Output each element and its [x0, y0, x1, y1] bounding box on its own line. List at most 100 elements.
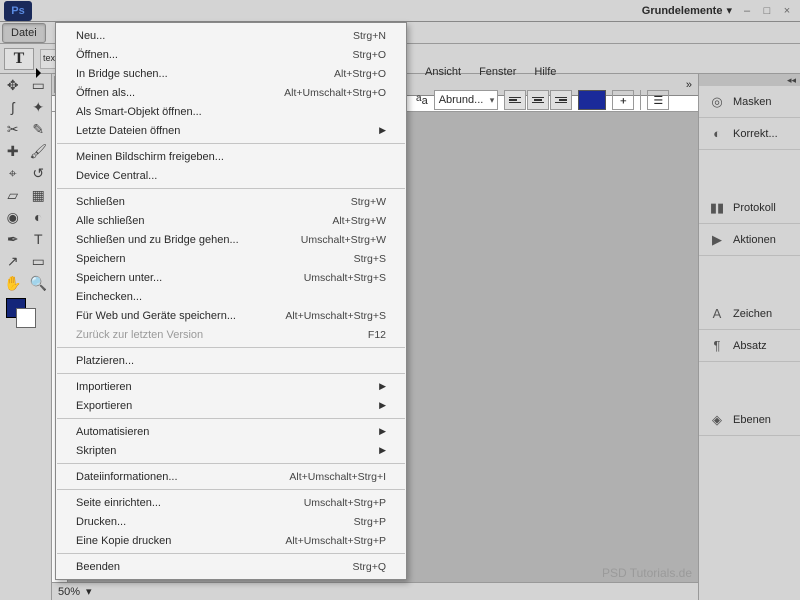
zoom-tool-icon[interactable]: 🔍 [27, 273, 51, 293]
stamp-tool-icon[interactable]: ⌖ [1, 163, 25, 183]
menu-item[interactable]: SchließenStrg+W [56, 192, 406, 211]
menu-item-label: Eine Kopie drucken [76, 535, 285, 547]
submenu-arrow-icon: ▶ [379, 426, 386, 437]
chevron-down-icon: ▾ [726, 4, 732, 17]
menu-shortcut: Strg+P [354, 516, 386, 528]
menu-item[interactable]: Seite einrichten...Umschalt+Strg+P [56, 493, 406, 512]
menu-item-label: Speichern [76, 253, 354, 265]
type-tool-icon[interactable]: T [27, 229, 51, 249]
menu-item[interactable]: In Bridge suchen...Alt+Strg+O [56, 64, 406, 83]
menu-item[interactable]: Schließen und zu Bridge gehen...Umschalt… [56, 230, 406, 249]
menu-item: Zurück zur letzten VersionF12 [56, 325, 406, 344]
shape-tool-icon[interactable]: ▭ [27, 251, 51, 271]
menu-item[interactable]: Importieren▶ [56, 377, 406, 396]
panel-label: Masken [733, 96, 772, 108]
menu-item[interactable]: Alle schließenAlt+Strg+W [56, 211, 406, 230]
panel-icon: ◈ [709, 412, 725, 428]
menu-item[interactable]: Automatisieren▶ [56, 422, 406, 441]
blur-tool-icon[interactable]: ◉ [1, 207, 25, 227]
gradient-tool-icon[interactable]: ▦ [27, 185, 51, 205]
panel-item[interactable]: ▮▮Protokoll [699, 192, 800, 224]
panel-collapse[interactable]: ◂◂ [699, 74, 800, 86]
panel-item[interactable]: ▶Aktionen [699, 224, 800, 256]
menu-item[interactable]: Exportieren▶ [56, 396, 406, 415]
menu-item-label: Speichern unter... [76, 272, 304, 284]
menu-item[interactable]: Öffnen als...Alt+Umschalt+Strg+O [56, 83, 406, 102]
panel-label: Absatz [733, 340, 767, 352]
history-brush-icon[interactable]: ↺ [27, 163, 51, 183]
warp-text-icon[interactable]: ᚐ [612, 90, 634, 110]
marquee-tool-icon[interactable]: ▭ [27, 75, 51, 95]
panel-item[interactable]: ◎ Masken [699, 86, 800, 118]
align-center-button[interactable] [527, 90, 549, 110]
tool-preset[interactable]: T [4, 48, 34, 70]
menu-item-label: Schließen und zu Bridge gehen... [76, 234, 301, 246]
menu-item[interactable]: Einchecken... [56, 287, 406, 306]
dodge-tool-icon[interactable]: ◐ [27, 207, 51, 227]
menu-item[interactable]: Eine Kopie druckenAlt+Umschalt+Strg+P [56, 531, 406, 550]
panel-icon: ▮▮ [709, 200, 725, 216]
pen-tool-icon[interactable]: ✒ [1, 229, 25, 249]
menu-shortcut: Strg+S [354, 253, 386, 265]
menu-help[interactable]: Hilfe [525, 62, 565, 82]
panel-icon: ▶ [709, 232, 725, 248]
panel-item[interactable]: ◐Korrekt... [699, 118, 800, 150]
menu-item[interactable]: Letzte Dateien öffnen▶ [56, 121, 406, 140]
wand-tool-icon[interactable]: ✦ [27, 97, 51, 117]
menu-item[interactable]: Neu...Strg+N [56, 26, 406, 45]
brush-tool-icon[interactable]: 🖌 [27, 141, 51, 161]
menu-item[interactable]: Device Central... [56, 166, 406, 185]
minimize-button[interactable]: – [740, 4, 754, 18]
maximize-button[interactable]: □ [760, 4, 774, 18]
lasso-tool-icon[interactable]: ʃ [1, 97, 25, 117]
antialias-select[interactable]: Abrund... [434, 90, 499, 110]
menu-item[interactable]: Dateiinformationen...Alt+Umschalt+Strg+I [56, 467, 406, 486]
panel-item[interactable]: ¶ Absatz [699, 330, 800, 362]
menu-file[interactable]: Datei [2, 23, 46, 43]
panels-dock: ◂◂ ◎ Masken ◐Korrekt... ▮▮Protokoll▶Aktione… [698, 74, 800, 600]
menu-item[interactable]: Meinen Bildschirm freigeben... [56, 147, 406, 166]
menu-item-label: Alle schließen [76, 215, 332, 227]
tab-overflow-icon[interactable]: » [680, 77, 698, 93]
close-button[interactable]: × [780, 4, 794, 18]
toggle-panels-icon[interactable]: ☰ [647, 90, 669, 110]
menu-view[interactable]: Ansicht [416, 62, 470, 82]
menu-shortcut: Alt+Umschalt+Strg+S [285, 310, 386, 322]
hand-tool-icon[interactable]: ✋ [1, 273, 25, 293]
panel-item[interactable]: ◈Ebenen [699, 404, 800, 436]
menu-item[interactable]: SpeichernStrg+S [56, 249, 406, 268]
panel-icon: ¶ [709, 338, 725, 354]
menu-window[interactable]: Fenster [470, 62, 525, 82]
align-left-button[interactable] [504, 90, 526, 110]
eraser-tool-icon[interactable]: ▱ [1, 185, 25, 205]
menu-shortcut: Umschalt+Strg+P [304, 497, 386, 509]
menu-item[interactable]: Drucken...Strg+P [56, 512, 406, 531]
toolbox: ✥▭ ʃ✦ ✂✎ ✚🖌 ⌖↺ ▱▦ ◉◐ ✒T ↗▭ ✋🔍 [0, 74, 52, 600]
menu-item[interactable]: Skripten▶ [56, 441, 406, 460]
menu-item[interactable]: Speichern unter...Umschalt+Strg+S [56, 268, 406, 287]
menu-shortcut: Strg+W [351, 196, 386, 208]
menu-item-label: Zurück zur letzten Version [76, 329, 368, 341]
eyedropper-tool-icon[interactable]: ✎ [27, 119, 51, 139]
panel-item[interactable]: AZeichen [699, 298, 800, 330]
menu-item[interactable]: Öffnen...Strg+O [56, 45, 406, 64]
heal-tool-icon[interactable]: ✚ [1, 141, 25, 161]
move-tool-icon[interactable]: ✥ [1, 75, 25, 95]
background-color[interactable] [16, 308, 36, 328]
path-tool-icon[interactable]: ↗ [1, 251, 25, 271]
menu-item[interactable]: BeendenStrg+Q [56, 557, 406, 576]
menu-shortcut: Umschalt+Strg+S [304, 272, 386, 284]
chevron-down-icon[interactable]: ▾ [86, 585, 92, 598]
menu-item[interactable]: Für Web und Geräte speichern...Alt+Umsch… [56, 306, 406, 325]
menu-item[interactable]: Als Smart-Objekt öffnen... [56, 102, 406, 121]
align-right-button[interactable] [550, 90, 572, 110]
text-color-swatch[interactable] [578, 90, 606, 110]
menu-shortcut: Alt+Umschalt+Strg+O [284, 87, 386, 99]
status-bar: 50% ▾ [52, 582, 698, 600]
panel-icon: ◎ [709, 94, 725, 110]
menu-item[interactable]: Platzieren... [56, 351, 406, 370]
crop-tool-icon[interactable]: ✂ [1, 119, 25, 139]
menu-item-label: Exportieren [76, 400, 373, 412]
workspace-switcher[interactable]: Grundelemente ▾ [642, 4, 732, 17]
zoom-level[interactable]: 50% [58, 586, 80, 598]
